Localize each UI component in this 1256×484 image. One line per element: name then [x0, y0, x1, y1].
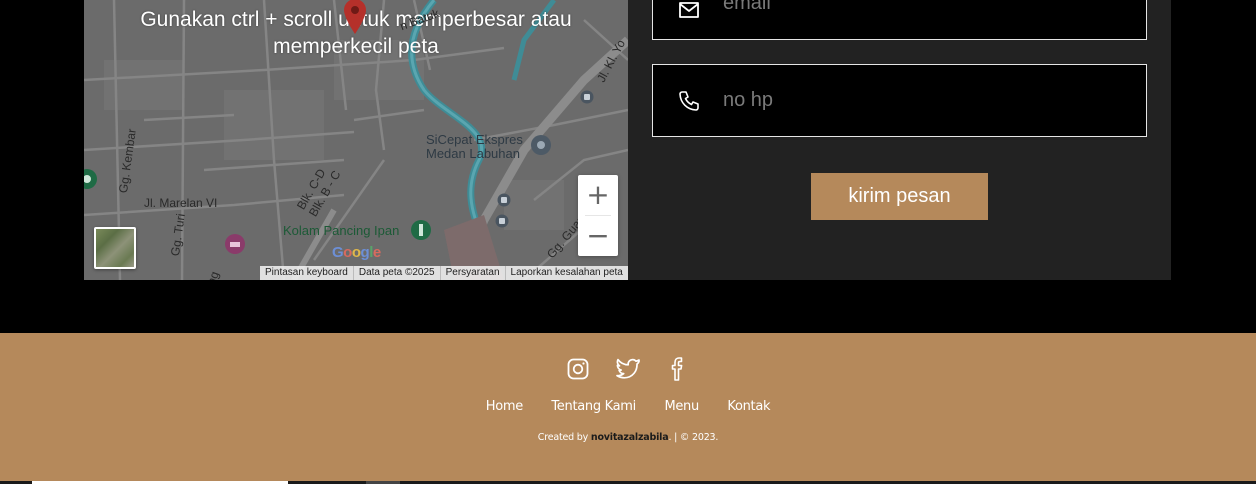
footer-nav: Home Tentang Kami Menu Kontak [0, 397, 1256, 415]
hint-line-2: memperkecil peta [273, 35, 439, 58]
bus-stop-icon[interactable] [497, 193, 511, 207]
email-field[interactable] [652, 0, 1147, 40]
mail-icon [679, 2, 699, 18]
credits-prefix: Created by [537, 432, 591, 443]
footer-link-home[interactable]: Home [486, 399, 524, 414]
bus-stop-icon[interactable] [495, 214, 509, 228]
poi-label-line: Medan Labuhan [426, 146, 520, 161]
site-footer: Home Tentang Kami Menu Kontak Created by… [0, 333, 1256, 484]
poi-label-line: SiCepat Ekspres [426, 132, 523, 147]
map-data-link[interactable]: Data peta ©2025 [352, 266, 440, 280]
embedded-map[interactable]: Gunakan ctrl + scroll untuk memperbesar … [84, 0, 628, 280]
keyboard-shortcuts-link[interactable]: Pintasan keyboard [260, 266, 353, 280]
zoom-in-button[interactable]: + [578, 175, 618, 215]
google-logo-letter: G [332, 244, 344, 261]
zoom-out-button[interactable]: − [578, 216, 618, 256]
google-logo-letter: o [351, 244, 361, 261]
contact-panel: Gunakan ctrl + scroll untuk memperbesar … [84, 0, 1171, 280]
instagram-icon[interactable] [564, 355, 592, 383]
footer-link-about[interactable]: Tentang Kami [551, 399, 636, 414]
google-logo: Google [332, 244, 381, 261]
social-links [560, 355, 700, 383]
zoom-control: + − [578, 175, 618, 256]
street-label: Jl. Marelan VI [144, 196, 218, 210]
google-logo-letter: g [360, 244, 370, 261]
twitter-icon[interactable] [614, 355, 642, 383]
poi-label-kolam: Kolam Pancing Ipan [283, 223, 400, 238]
contact-section: Gunakan ctrl + scroll untuk memperbesar … [0, 0, 1256, 333]
terms-link[interactable]: Persyaratan [439, 266, 505, 280]
poi-kolam-icon[interactable] [410, 219, 432, 241]
google-logo-letter: e [372, 244, 381, 261]
poi-hotel-icon[interactable] [224, 233, 246, 255]
location-pin-icon[interactable] [342, 0, 368, 34]
credits-suffix: . | © 2023. [668, 432, 719, 443]
phone-icon [679, 91, 699, 111]
email-input[interactable] [723, 0, 1123, 39]
bus-stop-icon[interactable] [580, 90, 594, 104]
poi-sicepat-icon[interactable] [530, 134, 552, 156]
phone-input[interactable] [723, 65, 1123, 136]
google-logo-letter: o [343, 244, 352, 261]
report-error-link[interactable]: Laporkan kesalahan peta [504, 266, 628, 280]
phone-field[interactable] [652, 64, 1147, 137]
copyright-credits: Created by novitazalzabila. | © 2023. [0, 432, 1256, 443]
footer-link-contact[interactable]: Kontak [727, 399, 770, 414]
poi-label-sicepat: SiCepat Ekspres Medan Labuhan [426, 133, 523, 161]
send-message-button[interactable]: kirim pesan [811, 173, 988, 220]
facebook-icon[interactable] [664, 355, 692, 383]
map-attribution-bar: Pintasan keyboard Data peta ©2025 Persya… [260, 266, 628, 280]
poi-edge-icon[interactable] [84, 168, 98, 190]
footer-link-menu[interactable]: Menu [664, 399, 699, 414]
author-link[interactable]: novitazalzabila [591, 432, 669, 443]
satellite-view-toggle[interactable] [94, 227, 136, 269]
